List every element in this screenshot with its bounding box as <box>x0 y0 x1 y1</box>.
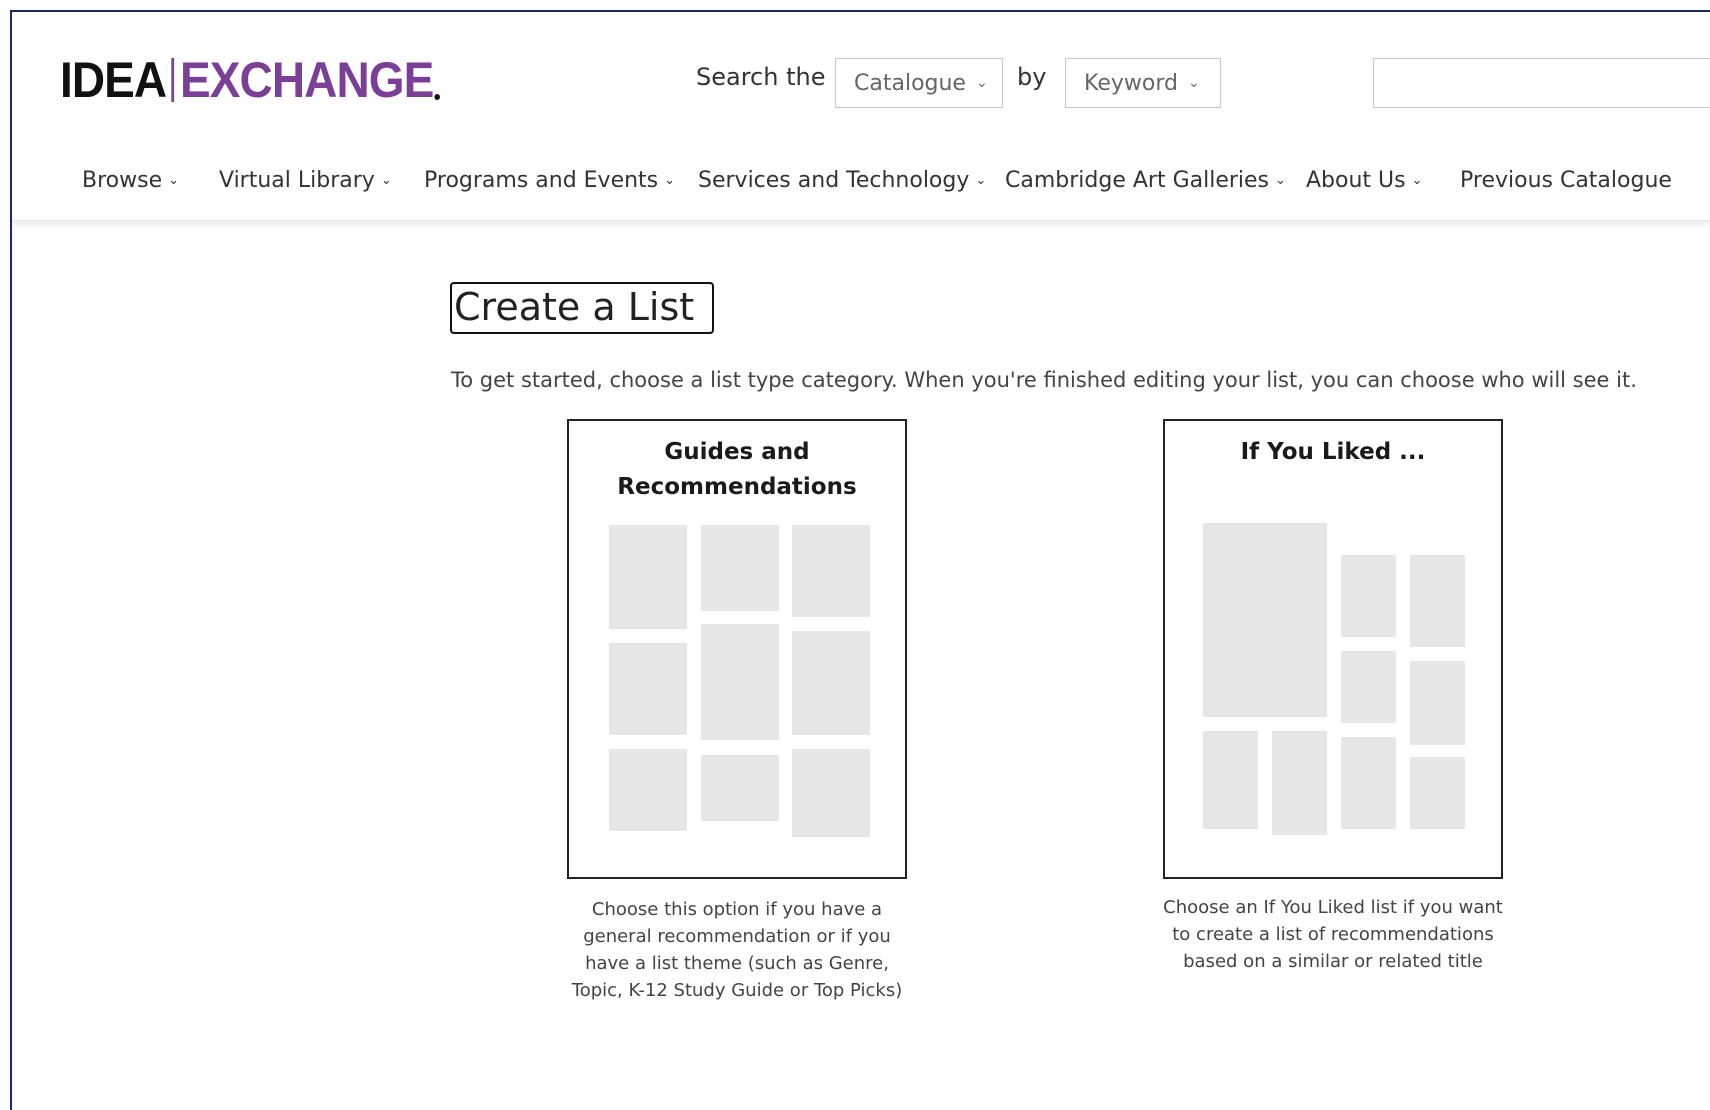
nav-services-label: Services and Technology <box>698 168 970 193</box>
chevron-down-icon: ⌄ <box>1275 173 1286 188</box>
nav-galleries-label: Cambridge Art Galleries <box>1005 168 1270 193</box>
card-title-line2: Recommendations <box>617 474 857 500</box>
idea-exchange-logo[interactable]: IDEA EXCHANGE <box>60 50 440 110</box>
placeholder-tile <box>1272 731 1327 835</box>
search-input[interactable] <box>1373 58 1710 108</box>
chevron-down-icon: ⌄ <box>168 173 180 188</box>
nav-previous-catalogue-label: Previous Catalogue <box>1460 168 1672 193</box>
placeholder-tile <box>609 525 687 629</box>
placeholder-tile <box>1410 757 1465 829</box>
nav-browse[interactable]: Browse ⌄ <box>82 168 179 193</box>
search-field-dropdown[interactable]: Keyword ⌄ <box>1065 58 1221 108</box>
placeholder-tile <box>1341 651 1396 723</box>
chevron-down-icon: ⌄ <box>1187 75 1200 91</box>
placeholder-tile <box>1341 555 1396 637</box>
chevron-down-icon: ⌄ <box>975 173 987 188</box>
card-title: Guides and Recommendations <box>569 435 905 505</box>
placeholder-tile <box>1203 523 1327 717</box>
nav-programs-and-events[interactable]: Programs and Events ⌄ <box>424 168 675 193</box>
chevron-down-icon: ⌄ <box>380 173 392 188</box>
intro-text: To get started, choose a list type categ… <box>451 368 1637 392</box>
placeholder-tile <box>1341 737 1396 829</box>
nav-browse-label: Browse <box>82 168 163 193</box>
chevron-down-icon: ⌄ <box>1411 173 1423 188</box>
if-you-liked-card-description: Choose an If You Liked list if you want … <box>1163 897 1503 972</box>
nav-programs-label: Programs and Events <box>424 168 659 193</box>
logo-divider <box>171 58 175 102</box>
search-scope-dropdown[interactable]: Catalogue ⌄ <box>835 58 1003 108</box>
logo-dot <box>434 94 440 100</box>
guides-card-description: Choose this option if you have a general… <box>571 899 903 1001</box>
main-nav: Browse ⌄ Virtual Library ⌄ Programs and … <box>12 168 1710 198</box>
placeholder-tile <box>701 525 779 611</box>
nav-about-us[interactable]: About Us ⌄ <box>1306 168 1423 193</box>
placeholder-tile <box>609 643 687 735</box>
placeholder-tile <box>701 755 779 821</box>
card-title-line1: Guides and <box>664 439 810 465</box>
placeholder-tile <box>792 525 870 617</box>
nav-previous-catalogue[interactable]: Previous Catalogue <box>1460 168 1672 193</box>
nav-about-label: About Us <box>1306 168 1406 193</box>
placeholder-tile <box>1203 731 1258 829</box>
page-title: Create a List <box>450 282 715 334</box>
nav-cambridge-art-galleries[interactable]: Cambridge Art Galleries ⌄ <box>1005 168 1286 193</box>
chevron-down-icon: ⌄ <box>975 75 988 91</box>
placeholder-tile <box>792 631 870 735</box>
card-title-line1: If You Liked ... <box>1240 439 1426 465</box>
guides-and-recommendations-card[interactable]: Guides and Recommendations <box>567 419 907 879</box>
nav-virtual-library-label: Virtual Library <box>219 168 375 193</box>
placeholder-tile <box>1410 661 1465 745</box>
nav-virtual-library[interactable]: Virtual Library ⌄ <box>219 168 392 193</box>
placeholder-tile <box>1410 555 1465 647</box>
logo-idea-text: IDEA <box>60 52 167 108</box>
nav-services-and-technology[interactable]: Services and Technology ⌄ <box>698 168 986 193</box>
search-the-label: Search the <box>696 63 826 91</box>
by-label: by <box>1017 63 1047 91</box>
placeholder-tile <box>609 749 687 831</box>
card-title: If You Liked ... <box>1165 435 1501 470</box>
placeholder-tile <box>701 624 779 740</box>
chevron-down-icon: ⌄ <box>664 173 676 188</box>
search-field-value: Keyword <box>1084 70 1178 96</box>
placeholder-tile <box>792 749 870 837</box>
logo-exchange-text: EXCHANGE <box>180 52 434 108</box>
if-you-liked-card[interactable]: If You Liked ... <box>1163 419 1503 879</box>
search-scope-value: Catalogue <box>854 70 966 96</box>
